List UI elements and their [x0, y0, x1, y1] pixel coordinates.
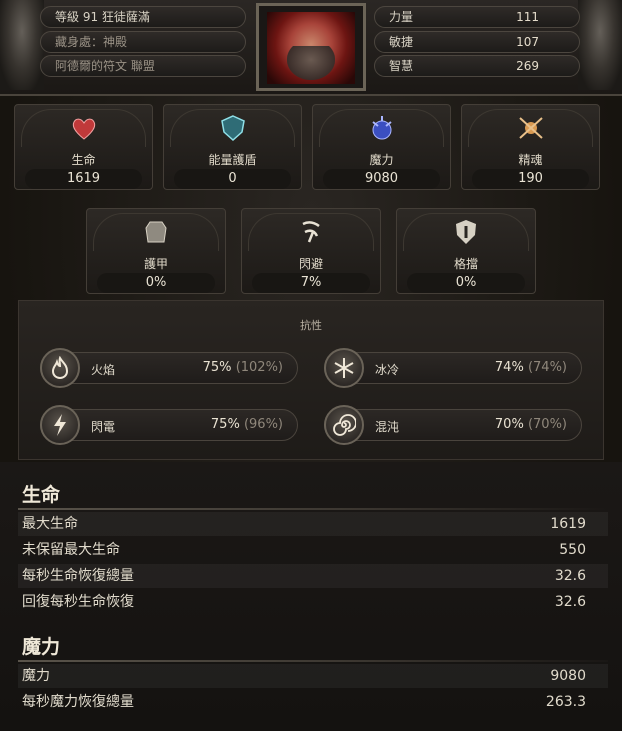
stat-value: 0 [174, 169, 291, 189]
attribute-intelligence[interactable]: 智慧 269 [374, 55, 580, 77]
character-panel: 等級 91 狂徒薩滿 藏身處：神殿 阿德爾的符文 聯盟 力量 111 敏捷 10… [0, 0, 622, 731]
stat-value: 0% [97, 273, 215, 293]
stat-value: 7% [252, 273, 370, 293]
stat-value: 190 [472, 169, 589, 189]
stat-label: 最大生命 [22, 516, 78, 532]
attribute-label: 敏捷 [389, 35, 414, 49]
attribute-value: 107 [516, 35, 539, 49]
fire-icon [40, 348, 80, 388]
resistance-max: (96%) [243, 417, 283, 432]
energy-shield-icon [216, 113, 250, 143]
stat-label: 每秒魔力恢復總量 [22, 694, 134, 710]
cold-icon [324, 348, 364, 388]
league-label: 阿德爾的符文 聯盟 [40, 55, 246, 77]
resistance-max: (102%) [235, 360, 283, 375]
stat-label: 能量護盾 [208, 153, 257, 167]
attribute-dexterity[interactable]: 敏捷 107 [374, 31, 580, 53]
stat-box-spirit[interactable]: 精魂 190 [461, 104, 600, 190]
stat-label: 精魂 [518, 153, 543, 167]
stat-value: 0% [407, 273, 525, 293]
list-item: 未保留最大生命 550 [18, 538, 608, 562]
resistance-value-group: 70% (70%) [495, 417, 567, 432]
resistance-title: 抗性 [300, 319, 322, 332]
list-item: 每秒魔力恢復總量 263.3 [18, 690, 608, 714]
resistance-value: 75% [202, 360, 232, 375]
character-portrait [256, 3, 366, 91]
attribute-value: 269 [516, 59, 539, 73]
stat-label: 護甲 [143, 257, 168, 271]
resistance-label: 冰冷 [375, 363, 400, 377]
resistance-value: 70% [494, 417, 524, 432]
stat-box-block[interactable]: 格擋 0% [396, 208, 536, 294]
section-title-life: 生命 [22, 484, 61, 506]
list-item: 回復每秒生命恢復 32.6 [18, 590, 608, 614]
evasion-icon [294, 217, 328, 247]
stat-label: 回復每秒生命恢復 [22, 594, 134, 610]
stat-value: 32.6 [554, 594, 586, 610]
stat-box-energy-shield[interactable]: 能量護盾 0 [163, 104, 302, 190]
resistance-value: 75% [210, 417, 240, 432]
attribute-strength[interactable]: 力量 111 [374, 6, 580, 28]
section-divider [18, 660, 608, 662]
section-title-mana: 魔力 [22, 636, 61, 658]
resistance-label: 火焰 [91, 363, 116, 377]
statue-decoration-right [578, 0, 622, 90]
section-divider [18, 508, 608, 510]
stat-box-mana[interactable]: 魔力 9080 [312, 104, 451, 190]
attribute-label: 智慧 [389, 59, 414, 73]
resistance-max: (74%) [527, 360, 567, 375]
character-level-class: 等級 91 狂徒薩滿 [40, 6, 246, 28]
spirit-icon [514, 113, 548, 143]
stat-label: 格擋 [453, 257, 478, 271]
stat-value: 1619 [550, 516, 586, 532]
list-item: 魔力 9080 [18, 664, 608, 688]
stat-value: 550 [559, 542, 586, 558]
resistance-value: 74% [494, 360, 524, 375]
statue-decoration-left [0, 0, 44, 90]
stat-label: 每秒生命恢復總量 [22, 568, 134, 584]
list-item: 最大生命 1619 [18, 512, 608, 536]
resistance-value-group: 74% (74%) [495, 360, 567, 375]
armour-icon [139, 217, 173, 247]
stat-box-evasion[interactable]: 閃避 7% [241, 208, 381, 294]
mana-icon [365, 113, 399, 143]
hideout-label[interactable]: 藏身處：神殿 [40, 31, 246, 53]
portrait-beard [287, 46, 335, 80]
list-item: 每秒生命恢復總量 32.6 [18, 564, 608, 588]
lightning-icon [40, 405, 80, 445]
character-header: 等級 91 狂徒薩滿 藏身處：神殿 阿德爾的符文 聯盟 力量 111 敏捷 10… [0, 0, 622, 96]
attribute-label: 力量 [389, 10, 414, 24]
stat-value: 9080 [550, 668, 586, 684]
stat-value: 1619 [25, 169, 142, 189]
resistance-value-group: 75% (96%) [211, 417, 283, 432]
resistance-label: 閃電 [91, 420, 116, 434]
resistance-max: (70%) [527, 417, 567, 432]
stat-value: 9080 [323, 169, 440, 189]
block-icon [449, 217, 483, 247]
stat-label: 生命 [71, 153, 96, 167]
resistance-value-group: 75% (102%) [203, 360, 283, 375]
stat-box-life[interactable]: 生命 1619 [14, 104, 153, 190]
stat-value: 32.6 [554, 568, 586, 584]
stat-box-armour[interactable]: 護甲 0% [86, 208, 226, 294]
chaos-icon [324, 405, 364, 445]
attribute-value: 111 [516, 10, 539, 24]
stat-label: 魔力 [22, 668, 50, 684]
stat-label: 未保留最大生命 [22, 542, 120, 558]
stat-value: 263.3 [545, 694, 586, 710]
stat-label: 魔力 [369, 153, 394, 167]
resistance-label: 混沌 [375, 420, 400, 434]
stat-label: 閃避 [298, 257, 323, 271]
heart-icon [67, 113, 101, 143]
